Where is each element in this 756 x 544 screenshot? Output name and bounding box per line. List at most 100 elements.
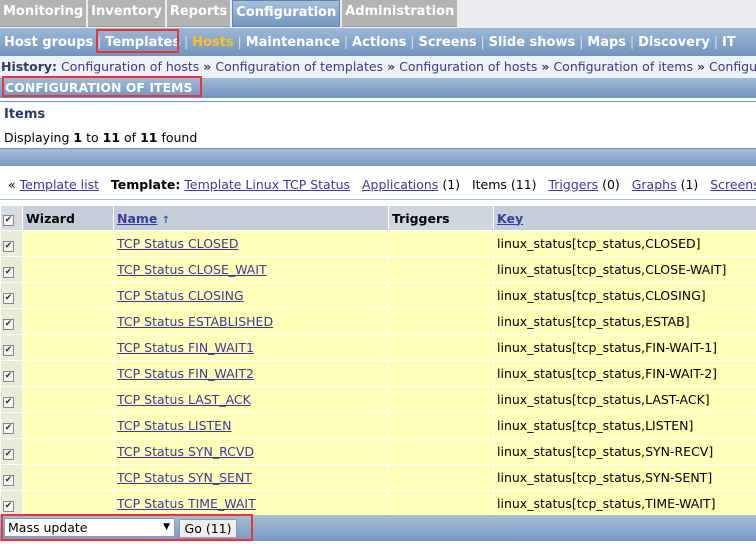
name-cell[interactable]: TCP Status FIN_WAIT2	[114, 361, 388, 386]
top-menu: Monitoring Inventory Reports Configurati…	[0, 0, 756, 28]
sort-asc-icon: ↑	[161, 214, 171, 226]
row-checkbox[interactable]: ✔	[1, 257, 22, 282]
items-title: Items	[4, 107, 46, 122]
highlight-templates	[96, 29, 179, 53]
key-cell: linux_status[tcp_status,CLOSING]	[494, 283, 756, 308]
template-name-link[interactable]: Template Linux TCP Status	[184, 177, 350, 192]
wizard-cell	[23, 309, 113, 334]
tab-administration[interactable]: Administration	[342, 0, 458, 27]
items-current: Items (11)	[471, 177, 537, 192]
row-checkbox[interactable]: ✔	[1, 387, 22, 412]
row-checkbox[interactable]: ✔	[1, 361, 22, 386]
subnav-it-services[interactable]: IT	[718, 35, 740, 50]
template-nav: « Template list Template: Template Linux…	[0, 170, 756, 200]
items-table: ✔ Wizard Name ↑ Triggers Key ✔ TCP Statu…	[0, 205, 756, 517]
filter-bar[interactable]	[0, 149, 756, 166]
highlight-footer	[1, 514, 253, 541]
screens-link[interactable]: Screens	[710, 177, 756, 192]
col-triggers: Triggers	[389, 206, 493, 230]
key-cell: linux_status[tcp_status,SYN-RECV]	[494, 439, 756, 464]
history-item[interactable]: Configuration of items	[553, 59, 693, 74]
triggers-cell	[389, 439, 493, 464]
name-cell[interactable]: TCP Status CLOSED	[114, 231, 388, 256]
row-checkbox[interactable]: ✔	[1, 309, 22, 334]
name-cell[interactable]: TCP Status CLOSE_WAIT	[114, 257, 388, 282]
triggers-link[interactable]: Triggers	[548, 177, 598, 192]
row-checkbox[interactable]: ✔	[1, 465, 22, 490]
triggers-cell	[389, 257, 493, 282]
subnav-host-groups[interactable]: Host groups	[0, 35, 97, 50]
row-checkbox[interactable]: ✔	[1, 413, 22, 438]
subnav-maintenance[interactable]: Maintenance	[242, 35, 344, 50]
key-cell: linux_status[tcp_status,TIME-WAIT]	[494, 491, 756, 516]
key-cell: linux_status[tcp_status,FIN-WAIT-2]	[494, 361, 756, 386]
wizard-cell	[23, 257, 113, 282]
subnav-screens[interactable]: Screens	[414, 35, 480, 50]
subnav-actions[interactable]: Actions	[348, 35, 410, 50]
key-cell: linux_status[tcp_status,ESTAB]	[494, 309, 756, 334]
items-summary: Items Displaying 1 to 11 of 11 found	[0, 101, 756, 149]
table-row: ✔ TCP Status CLOSING linux_status[tcp_st…	[1, 283, 756, 308]
name-cell[interactable]: TCP Status SYN_RCVD	[114, 439, 388, 464]
history-breadcrumb: History: Configuration of hosts » Config…	[0, 56, 756, 78]
subnav-discovery[interactable]: Discovery	[634, 35, 714, 50]
wizard-cell	[23, 413, 113, 438]
name-cell[interactable]: TCP Status FIN_WAIT1	[114, 335, 388, 360]
name-cell[interactable]: TCP Status CLOSING	[114, 283, 388, 308]
table-row: ✔ TCP Status SYN_RCVD linux_status[tcp_s…	[1, 439, 756, 464]
table-row: ✔ TCP Status FIN_WAIT2 linux_status[tcp_…	[1, 361, 756, 386]
col-name[interactable]: Name ↑	[114, 206, 388, 230]
template-list-link[interactable]: Template list	[20, 177, 99, 192]
tab-configuration[interactable]: Configuration	[232, 0, 341, 27]
name-cell[interactable]: TCP Status TIME_WAIT	[114, 491, 388, 516]
name-cell[interactable]: TCP Status SYN_SENT	[114, 465, 388, 490]
history-item[interactable]: Configuration	[709, 59, 756, 74]
wizard-cell	[23, 283, 113, 308]
wizard-cell	[23, 439, 113, 464]
row-checkbox[interactable]: ✔	[1, 491, 22, 516]
history-item[interactable]: Configuration of templates	[215, 59, 383, 74]
history-label: History:	[1, 59, 58, 74]
table-row: ✔ TCP Status FIN_WAIT1 linux_status[tcp_…	[1, 335, 756, 360]
key-cell: linux_status[tcp_status,FIN-WAIT-1]	[494, 335, 756, 360]
row-checkbox[interactable]: ✔	[1, 283, 22, 308]
tab-reports[interactable]: Reports	[166, 0, 231, 27]
table-row: ✔ TCP Status ESTABLISHED linux_status[tc…	[1, 309, 756, 334]
col-wizard: Wizard	[23, 206, 113, 230]
name-cell[interactable]: TCP Status LAST_ACK	[114, 387, 388, 412]
row-checkbox[interactable]: ✔	[1, 335, 22, 360]
subnav-hosts[interactable]: Hosts	[188, 35, 238, 50]
col-key[interactable]: Key	[494, 206, 756, 230]
history-item[interactable]: Configuration of hosts	[399, 59, 537, 74]
row-checkbox[interactable]: ✔	[1, 231, 22, 256]
triggers-cell	[389, 231, 493, 256]
graphs-link[interactable]: Graphs	[632, 177, 677, 192]
subnav-slide-shows[interactable]: Slide shows	[485, 35, 580, 50]
wizard-cell	[23, 387, 113, 412]
history-item[interactable]: Configuration of hosts	[61, 59, 199, 74]
triggers-cell	[389, 413, 493, 438]
applications-link[interactable]: Applications	[362, 177, 438, 192]
highlight-title	[2, 76, 202, 97]
row-checkbox[interactable]: ✔	[1, 439, 22, 464]
key-cell: linux_status[tcp_status,LAST-ACK]	[494, 387, 756, 412]
name-cell[interactable]: TCP Status LISTEN	[114, 413, 388, 438]
triggers-cell	[389, 465, 493, 490]
wizard-cell	[23, 231, 113, 256]
template-label: Template:	[110, 177, 181, 192]
table-row: ✔ TCP Status LISTEN linux_status[tcp_sta…	[1, 413, 756, 438]
table-row: ✔ TCP Status CLOSE_WAIT linux_status[tcp…	[1, 257, 756, 282]
key-cell: linux_status[tcp_status,LISTEN]	[494, 413, 756, 438]
triggers-cell	[389, 491, 493, 516]
triggers-cell	[389, 361, 493, 386]
subnav-maps[interactable]: Maps	[583, 35, 630, 50]
select-all-checkbox[interactable]: ✔	[1, 206, 22, 230]
wizard-cell	[23, 361, 113, 386]
triggers-cell	[389, 309, 493, 334]
wizard-cell	[23, 335, 113, 360]
table-row: ✔ TCP Status CLOSED linux_status[tcp_sta…	[1, 231, 756, 256]
tab-monitoring[interactable]: Monitoring	[0, 0, 87, 27]
name-cell[interactable]: TCP Status ESTABLISHED	[114, 309, 388, 334]
wizard-cell	[23, 465, 113, 490]
tab-inventory[interactable]: Inventory	[88, 0, 165, 27]
